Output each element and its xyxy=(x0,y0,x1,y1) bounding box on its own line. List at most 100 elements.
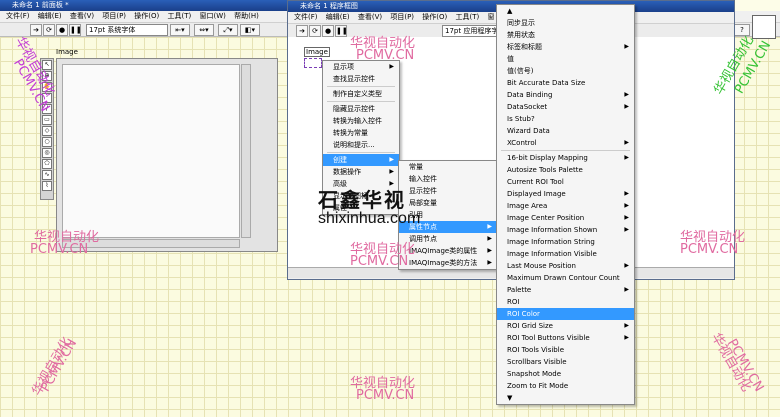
menu-window[interactable]: 窗口(W) xyxy=(199,12,225,20)
annulus-tool-icon[interactable]: ◎ xyxy=(42,148,52,158)
property-menu-item[interactable]: Palette ▶ xyxy=(497,284,634,296)
menu-help[interactable]: 帮助(H) xyxy=(234,12,259,20)
property-menu-item[interactable]: ROI Grid Size ▶ xyxy=(497,320,634,332)
bd-font-dropdown[interactable]: 17pt 应用程序字 xyxy=(442,25,504,37)
property-menu-item[interactable]: Displayed Image ▶ xyxy=(497,188,634,200)
property-menu-item[interactable]: Is Stub? xyxy=(497,113,634,125)
context-menu-item[interactable]: 创建 ▶ xyxy=(323,154,399,166)
context-menu-item[interactable]: 显示为图标 xyxy=(323,190,399,202)
bd-menu-view[interactable]: 查看(V) xyxy=(358,13,382,21)
line-tool-icon[interactable]: / xyxy=(42,104,52,114)
broken-line-tool-icon[interactable]: ⌇ xyxy=(42,181,52,191)
create-submenu-item[interactable]: 局部变量 xyxy=(399,197,497,209)
context-menu-item[interactable]: 显示项 ▶ xyxy=(323,61,399,73)
context-menu-item[interactable]: 转换为输入控件 xyxy=(323,115,399,127)
create-submenu-item[interactable]: 输入控件 xyxy=(399,173,497,185)
pause-icon[interactable]: ❚❚ xyxy=(69,24,82,36)
property-menu-item[interactable]: 值 xyxy=(497,53,634,65)
font-dropdown[interactable]: 17pt 系统字体 xyxy=(86,24,168,36)
menu-edit[interactable]: 编辑(E) xyxy=(38,12,62,20)
property-menu-item[interactable]: ROI Color xyxy=(497,308,634,320)
rectangle-tool-icon[interactable]: ▭ xyxy=(42,115,52,125)
property-menu-item[interactable]: Wizard Data xyxy=(497,125,634,137)
context-menu-item[interactable]: 高级 ▶ xyxy=(323,178,399,190)
menu-operate[interactable]: 操作(O) xyxy=(134,12,159,20)
bd-menu-file[interactable]: 文件(F) xyxy=(294,13,318,21)
property-menu-item[interactable]: Image Information Shown ▶ xyxy=(497,224,634,236)
property-menu-item[interactable]: DataSocket ▶ xyxy=(497,101,634,113)
create-submenu-item[interactable]: 显示控件 xyxy=(399,185,497,197)
vertical-scrollbar[interactable] xyxy=(241,64,251,238)
property-menu-item[interactable]: 标签和标题 ▶ xyxy=(497,41,634,53)
bd-menu-window[interactable]: 窗 xyxy=(487,13,494,21)
property-menu-item[interactable]: Maximum Drawn Contour Count xyxy=(497,272,634,284)
run-arrow-icon[interactable]: ➔ xyxy=(30,24,42,36)
reorder-icon[interactable]: ◧▾ xyxy=(240,24,260,36)
pointer-tool-icon[interactable]: ↖ xyxy=(42,60,52,70)
property-menu-item[interactable]: Zoom to Fit Mode xyxy=(497,380,634,392)
context-menu-item[interactable]: 说明和提示... xyxy=(323,139,399,151)
property-menu-item[interactable]: 禁用状态 xyxy=(497,29,634,41)
property-menu-item[interactable]: ▲ xyxy=(497,5,634,17)
property-menu-item[interactable]: Image Information String xyxy=(497,236,634,248)
bd-run-icon[interactable]: ➔ xyxy=(296,25,308,37)
property-menu-item[interactable]: Image Center Position ▶ xyxy=(497,212,634,224)
property-menu-item[interactable]: Current ROI Tool xyxy=(497,176,634,188)
property-menu-item[interactable]: ▼ xyxy=(497,392,634,404)
property-menu-item[interactable]: Snapshot Mode xyxy=(497,368,634,380)
property-menu-item[interactable]: ROI Tool Buttons Visible ▶ xyxy=(497,332,634,344)
bd-run-continuous-icon[interactable]: ⟳ xyxy=(309,25,321,37)
menu-file[interactable]: 文件(F) xyxy=(6,12,30,20)
create-submenu-item[interactable]: 调用节点 ▶ xyxy=(399,233,497,245)
property-menu-item[interactable]: Last Mouse Position ▶ xyxy=(497,260,634,272)
context-menu-item[interactable]: 转换为常量 xyxy=(323,127,399,139)
bd-menu-tools[interactable]: 工具(T) xyxy=(456,13,480,21)
image-terminal[interactable] xyxy=(304,58,322,68)
property-menu-item[interactable]: Scrollbars Visible xyxy=(497,356,634,368)
horizontal-scrollbar[interactable] xyxy=(62,239,240,248)
property-menu-item[interactable]: 16-bit Display Mapping ▶ xyxy=(497,152,634,164)
create-submenu-item[interactable]: 常量 xyxy=(399,161,497,173)
freehand-tool-icon[interactable]: ∿ xyxy=(42,170,52,180)
property-menu-item[interactable]: Data Binding ▶ xyxy=(497,89,634,101)
distribute-icon[interactable]: ⇔▾ xyxy=(194,24,214,36)
property-menu-item[interactable]: 值(信号) xyxy=(497,65,634,77)
menu-tools[interactable]: 工具(T) xyxy=(168,12,192,20)
context-menu-item[interactable]: 数据操作 ▶ xyxy=(323,166,399,178)
image-display[interactable] xyxy=(56,58,278,252)
abort-icon[interactable]: ● xyxy=(56,24,68,36)
property-menu-item[interactable]: 同步显示 xyxy=(497,17,634,29)
rotated-rect-tool-icon[interactable]: ◇ xyxy=(42,126,52,136)
property-menu-item[interactable]: Image Information Visible xyxy=(497,248,634,260)
polygon-tool-icon[interactable]: ⬠ xyxy=(42,159,52,169)
context-menu-item[interactable]: 制作自定义类型 xyxy=(323,88,399,100)
bd-menu-project[interactable]: 项目(P) xyxy=(390,13,414,21)
create-submenu-item[interactable]: 属性节点 ▶ xyxy=(399,221,497,233)
point-tool-icon[interactable]: · xyxy=(42,93,52,103)
bd-abort-icon[interactable]: ● xyxy=(322,25,334,37)
create-submenu-item[interactable]: 引用 xyxy=(399,209,497,221)
property-menu-item[interactable]: Bit Accurate Data Size xyxy=(497,77,634,89)
zoom-tool-icon[interactable]: ⊕ xyxy=(42,71,52,81)
bd-menu-edit[interactable]: 编辑(E) xyxy=(326,13,350,21)
context-menu-item[interactable]: 查找显示控件 xyxy=(323,73,399,85)
create-submenu-item[interactable]: IMAQImage类的属性 ▶ xyxy=(399,245,497,257)
align-icon[interactable]: ⇤▾ xyxy=(170,24,190,36)
bd-menu-operate[interactable]: 操作(O) xyxy=(422,13,447,21)
menu-project[interactable]: 项目(P) xyxy=(102,12,126,20)
context-menu-item[interactable]: 隐藏显示控件 xyxy=(323,103,399,115)
property-menu-item[interactable]: ROI Tools Visible xyxy=(497,344,634,356)
resize-icon[interactable]: ⤢▾ xyxy=(218,24,238,36)
context-menu-item[interactable]: 属性 xyxy=(323,202,399,214)
menu-view[interactable]: 查看(V) xyxy=(70,12,94,20)
property-menu-item[interactable]: ROI xyxy=(497,296,634,308)
create-submenu-item[interactable]: IMAQImage类的方法 ▶ xyxy=(399,257,497,269)
run-continuous-icon[interactable]: ⟳ xyxy=(43,24,55,36)
property-menu-item[interactable]: XControl ▶ xyxy=(497,137,634,149)
oval-tool-icon[interactable]: ○ xyxy=(42,137,52,147)
help-icon[interactable]: ? xyxy=(734,24,750,36)
property-menu-item[interactable]: Autosize Tools Palette xyxy=(497,164,634,176)
property-menu-item[interactable]: Image Area ▶ xyxy=(497,200,634,212)
bd-pause-icon[interactable]: ❚❚ xyxy=(335,25,348,37)
image-display-area[interactable] xyxy=(62,64,240,238)
